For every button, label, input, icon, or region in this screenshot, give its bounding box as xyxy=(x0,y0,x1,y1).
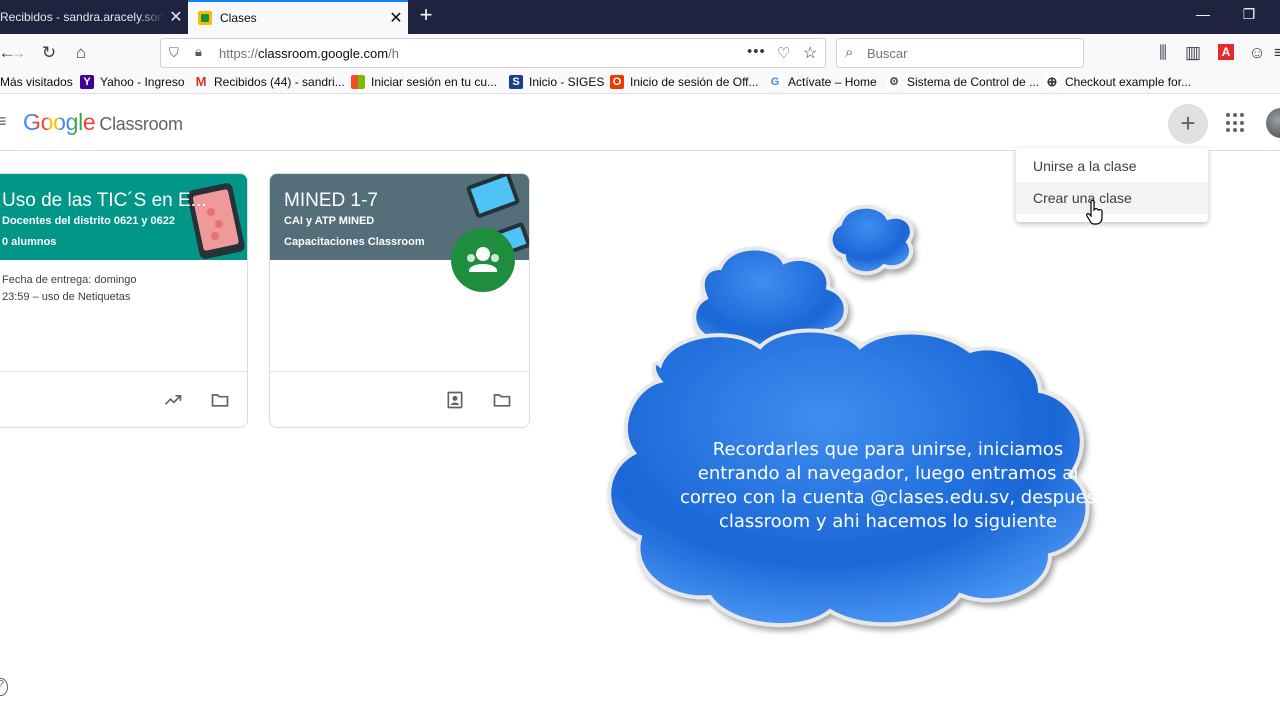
bookmark-microsoft[interactable]: Iniciar sesión en tu cu... xyxy=(351,75,497,89)
bookmark-checkout[interactable]: ⊕ Checkout example for... xyxy=(1045,75,1191,89)
classroom-favicon-icon xyxy=(198,11,212,25)
annotation-text: Recordarles que para unirse, iniciamos e… xyxy=(680,439,1096,532)
class-title[interactable]: MINED 1-7 xyxy=(284,190,378,212)
control-icon: ⚙ xyxy=(887,75,901,89)
account-icon[interactable]: ☺ xyxy=(1246,42,1268,64)
menu-icon[interactable]: ≡ xyxy=(1268,42,1280,64)
search-input[interactable]: ⌕ Buscar xyxy=(836,38,1084,68)
thought-cloud-shape xyxy=(607,204,1090,628)
bookmark-yahoo[interactable]: Y Yahoo - Ingreso xyxy=(80,75,185,89)
more-icon[interactable]: ••• xyxy=(747,43,766,60)
tab-clases[interactable]: Clases ✕ xyxy=(188,0,408,34)
browser-tab-strip: Recibidos - sandra.aracely.sorto ✕ Clase… xyxy=(0,0,1280,34)
gmail-icon: M xyxy=(194,74,208,89)
trending-up-icon[interactable] xyxy=(162,390,184,410)
tab-recibidos[interactable]: Recibidos - sandra.aracely.sorto ✕ xyxy=(0,0,188,34)
pocket-icon[interactable]: ♡ xyxy=(777,44,790,62)
google-icon: G xyxy=(768,75,782,89)
due-date: Fecha de entrega: domingo xyxy=(2,274,137,286)
url-text: https://classroom.google.com/h xyxy=(219,46,399,61)
create-or-join-button[interactable]: + xyxy=(1168,104,1208,144)
microsoft-icon xyxy=(351,75,365,89)
class-card-mined[interactable]: MINED 1-7 CAI y ATP MINED Capacitaciones… xyxy=(269,173,530,428)
classroom-wordmark: Classroom xyxy=(99,114,183,134)
classroom-avatar-icon xyxy=(451,228,515,292)
google-wordmark: Google xyxy=(23,109,96,135)
help-icon[interactable]: ? xyxy=(0,678,8,696)
assignment-ind-icon[interactable] xyxy=(444,390,466,410)
siges-icon: S xyxy=(509,75,523,89)
google-apps-icon[interactable] xyxy=(1226,113,1246,133)
library-icon[interactable]: ⫼ xyxy=(1152,42,1174,64)
app-header: ≡ Google Classroom xyxy=(0,95,1280,151)
search-icon: ⌕ xyxy=(845,44,854,61)
yahoo-icon: Y xyxy=(80,75,94,89)
acrobat-icon[interactable]: A xyxy=(1218,44,1234,60)
sidebar-icon[interactable]: ▥ xyxy=(1182,42,1204,64)
class-meta: 0 alumnos xyxy=(2,236,57,248)
bookmarks-toolbar: Más visitados Y Yahoo - Ingreso M Recibido… xyxy=(0,72,1280,94)
bookmark-siges[interactable]: S Inicio - SIGES xyxy=(509,75,604,89)
reload-icon[interactable]: ↻ xyxy=(38,42,60,64)
globe-icon: ⊕ xyxy=(1045,74,1059,89)
restore-icon[interactable]: ❐ xyxy=(1234,6,1264,23)
tab-title: Recibidos - sandra.aracely.sorto xyxy=(0,10,164,24)
folder-icon[interactable] xyxy=(491,390,513,410)
forward-icon[interactable]: → xyxy=(7,42,29,64)
tab-title: Clases xyxy=(220,11,257,25)
url-bar[interactable]: ⛉ 🔒︎ https://classroom.google.com/h ••• … xyxy=(160,38,826,68)
class-subtitle: Docentes del distrito 0621 y 0622 xyxy=(2,215,176,227)
close-icon[interactable]: ✕ xyxy=(164,7,188,27)
card-footer xyxy=(0,371,247,427)
office-icon: O xyxy=(610,75,624,89)
class-card-tics[interactable]: Uso de las TIC´S en E... Docentes del di… xyxy=(0,173,248,428)
bookmark-sistema-control[interactable]: ⚙ Sistema de Control de ... xyxy=(887,75,1039,89)
class-meta: Capacitaciones Classroom xyxy=(284,236,425,248)
card-footer xyxy=(270,371,529,427)
class-subtitle: CAI y ATP MINED xyxy=(284,215,375,227)
bookmark-star-icon[interactable]: ☆ xyxy=(803,43,817,63)
bookmark-gmail[interactable]: M Recibidos (44) - sandri... xyxy=(194,75,345,89)
classroom-logo[interactable]: Google Classroom xyxy=(23,109,183,136)
minimize-icon[interactable]: — xyxy=(1188,6,1218,22)
browser-toolbar: ← → ↻ ⌂ ⛉ 🔒︎ https://classroom.google.co… xyxy=(0,34,1280,72)
shield-icon[interactable]: ⛉ xyxy=(169,45,179,61)
join-class-menu-item[interactable]: Unirse a la clase xyxy=(1016,150,1208,182)
bookmark-activate[interactable]: G Actívate – Home xyxy=(768,75,877,89)
class-title[interactable]: Uso de las TIC´S en E... xyxy=(2,190,207,212)
close-icon[interactable]: ✕ xyxy=(384,8,408,28)
folder-icon[interactable] xyxy=(209,390,231,410)
new-tab-icon[interactable]: + xyxy=(414,4,438,28)
home-icon[interactable]: ⌂ xyxy=(70,42,92,64)
bookmark-mas-visitados[interactable]: Más visitados xyxy=(0,75,73,89)
hamburger-icon[interactable]: ≡ xyxy=(0,111,7,132)
lock-icon[interactable]: 🔒︎ xyxy=(195,44,202,60)
due-assignment[interactable]: 23:59 – uso de Netiquetas xyxy=(2,291,130,303)
bookmark-office[interactable]: O Inicio de sesión de Off... xyxy=(610,75,759,89)
